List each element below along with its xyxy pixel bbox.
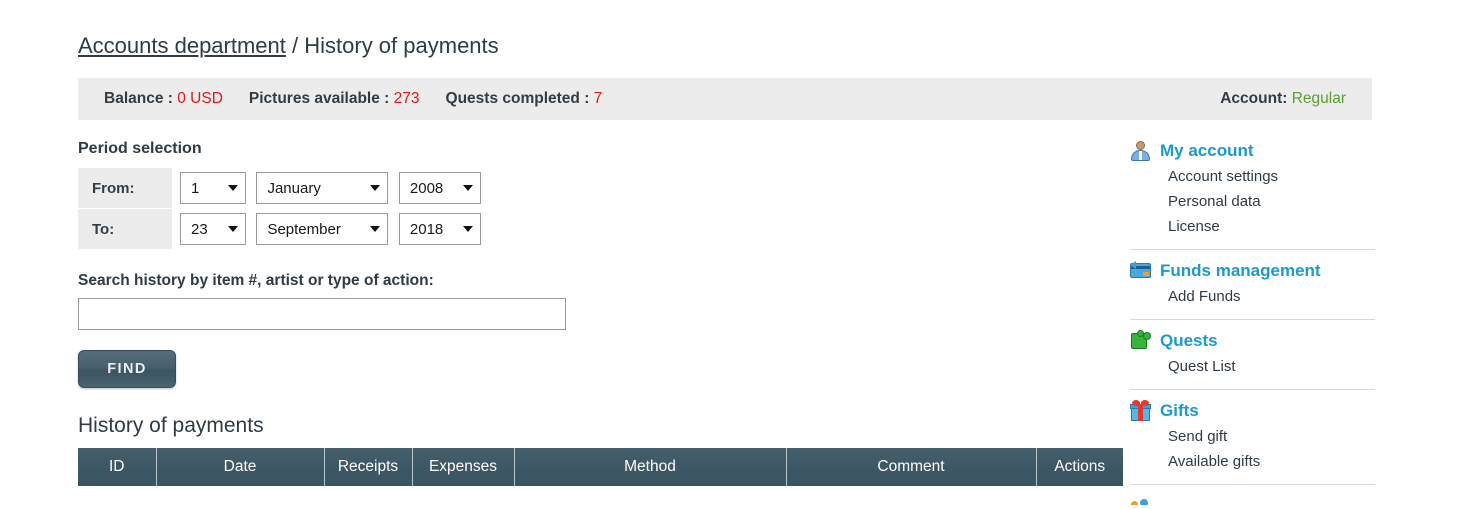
period-from-label: From:: [78, 168, 172, 209]
sidebar-link-personal-data[interactable]: Personal data: [1168, 189, 1375, 214]
to-month-select[interactable]: September: [256, 213, 389, 245]
period-selection-table: From: 1 January 2008 To: 23 September 20…: [78, 168, 487, 250]
person-icon: [1130, 140, 1151, 161]
sidebar-link-available-gifts[interactable]: Available gifts: [1168, 449, 1375, 474]
column-header-id[interactable]: ID: [78, 448, 157, 486]
period-to-label: To:: [78, 208, 172, 250]
chevron-down-icon: [370, 226, 381, 232]
sidebar-link-license[interactable]: License: [1168, 214, 1375, 239]
sidebar-link-quest-list[interactable]: Quest List: [1168, 354, 1375, 379]
period-from-fields: 1 January 2008: [172, 168, 487, 209]
sidebar: My account Account settings Personal dat…: [1130, 140, 1375, 505]
sidebar-heading-partial[interactable]: [1130, 495, 1375, 505]
account-type-stat: Account: Regular: [1220, 90, 1346, 108]
gift-icon: [1130, 400, 1151, 421]
sidebar-link-account-settings[interactable]: Account settings: [1168, 164, 1375, 189]
people-icon: [1130, 495, 1151, 505]
pictures-available-label: Pictures available :: [248, 90, 390, 107]
puzzle-icon: [1130, 330, 1151, 351]
history-of-payments-title: History of payments: [78, 414, 264, 437]
account-type-value: Regular: [1291, 90, 1346, 107]
chevron-down-icon: [228, 226, 238, 232]
from-day-select[interactable]: 1: [180, 172, 246, 204]
breadcrumb-current: History of payments: [304, 33, 499, 58]
sidebar-link-send-gift[interactable]: Send gift: [1168, 424, 1375, 449]
status-bar: Balance : 0 USD Pictures available : 273…: [78, 78, 1372, 120]
breadcrumb: Accounts department / History of payment…: [78, 33, 499, 59]
balance-value: 0 USD: [177, 90, 223, 107]
account-type-label: Account:: [1220, 90, 1288, 107]
to-year-select[interactable]: 2018: [398, 213, 481, 245]
to-month-value: September: [267, 220, 341, 238]
main-content: Period selection From: 1 January 2008 To…: [78, 140, 1123, 486]
find-button[interactable]: FIND: [78, 350, 176, 388]
table-header-row: ID Date Receipts Expenses Method Comment…: [78, 448, 1123, 486]
sidebar-heading-gifts[interactable]: Gifts: [1130, 400, 1375, 421]
balance-label: Balance :: [104, 90, 173, 107]
from-year-value: 2008: [409, 179, 444, 197]
breadcrumb-parent-link[interactable]: Accounts department: [78, 33, 286, 58]
period-from-row: From: 1 January 2008: [78, 168, 487, 209]
sidebar-title-quests[interactable]: Quests: [1160, 331, 1218, 351]
sidebar-title-my-account[interactable]: My account: [1160, 141, 1254, 161]
column-header-date[interactable]: Date: [156, 448, 325, 486]
sidebar-group-my-account: My account Account settings Personal dat…: [1130, 140, 1375, 249]
period-to-fields: 23 September 2018: [172, 208, 487, 250]
chevron-down-icon: [462, 185, 473, 191]
pictures-available-value: 273: [393, 90, 420, 107]
search-history-label: Search history by item #, artist or type…: [78, 272, 434, 289]
quests-completed-stat: Quests completed : 7: [446, 90, 603, 108]
to-day-value: 23: [191, 220, 208, 238]
sidebar-heading-funds-management[interactable]: Funds management: [1130, 260, 1375, 281]
from-year-select[interactable]: 2008: [398, 172, 481, 204]
sidebar-heading-quests[interactable]: Quests: [1130, 330, 1375, 351]
column-header-receipts[interactable]: Receipts: [324, 448, 413, 486]
to-day-select[interactable]: 23: [180, 213, 246, 245]
from-month-select[interactable]: January: [256, 172, 389, 204]
from-month-value: January: [267, 179, 321, 197]
column-header-actions[interactable]: Actions: [1036, 448, 1123, 486]
sidebar-title-funds-management[interactable]: Funds management: [1160, 261, 1321, 281]
sidebar-group-gifts: Gifts Send gift Available gifts: [1130, 389, 1375, 484]
sidebar-title-gifts[interactable]: Gifts: [1160, 401, 1199, 421]
chevron-down-icon: [370, 185, 381, 191]
search-history-input[interactable]: [78, 298, 566, 330]
sidebar-group-funds-management: Funds management Add Funds: [1130, 249, 1375, 319]
period-to-row: To: 23 September 2018: [78, 208, 487, 250]
history-of-payments-table: ID Date Receipts Expenses Method Comment…: [78, 448, 1123, 486]
quests-completed-label: Quests completed :: [445, 90, 590, 107]
chevron-down-icon: [462, 226, 473, 232]
column-header-expenses[interactable]: Expenses: [412, 448, 515, 486]
pictures-available-stat: Pictures available : 273: [249, 90, 420, 108]
card-icon: [1130, 260, 1151, 281]
breadcrumb-separator: /: [285, 33, 305, 58]
from-day-value: 1: [191, 179, 200, 197]
sidebar-heading-my-account[interactable]: My account: [1130, 140, 1375, 161]
to-year-value: 2018: [409, 220, 444, 238]
chevron-down-icon: [228, 185, 238, 191]
page-root: Accounts department / History of payment…: [0, 0, 1457, 509]
sidebar-link-add-funds[interactable]: Add Funds: [1168, 284, 1375, 309]
column-header-comment[interactable]: Comment: [786, 448, 1037, 486]
period-selection-title: Period selection: [78, 140, 202, 157]
column-header-method[interactable]: Method: [514, 448, 787, 486]
sidebar-group-quests: Quests Quest List: [1130, 319, 1375, 389]
quests-completed-value: 7: [593, 90, 603, 107]
sidebar-group-partial: [1130, 484, 1375, 505]
balance-stat: Balance : 0 USD: [104, 90, 223, 108]
